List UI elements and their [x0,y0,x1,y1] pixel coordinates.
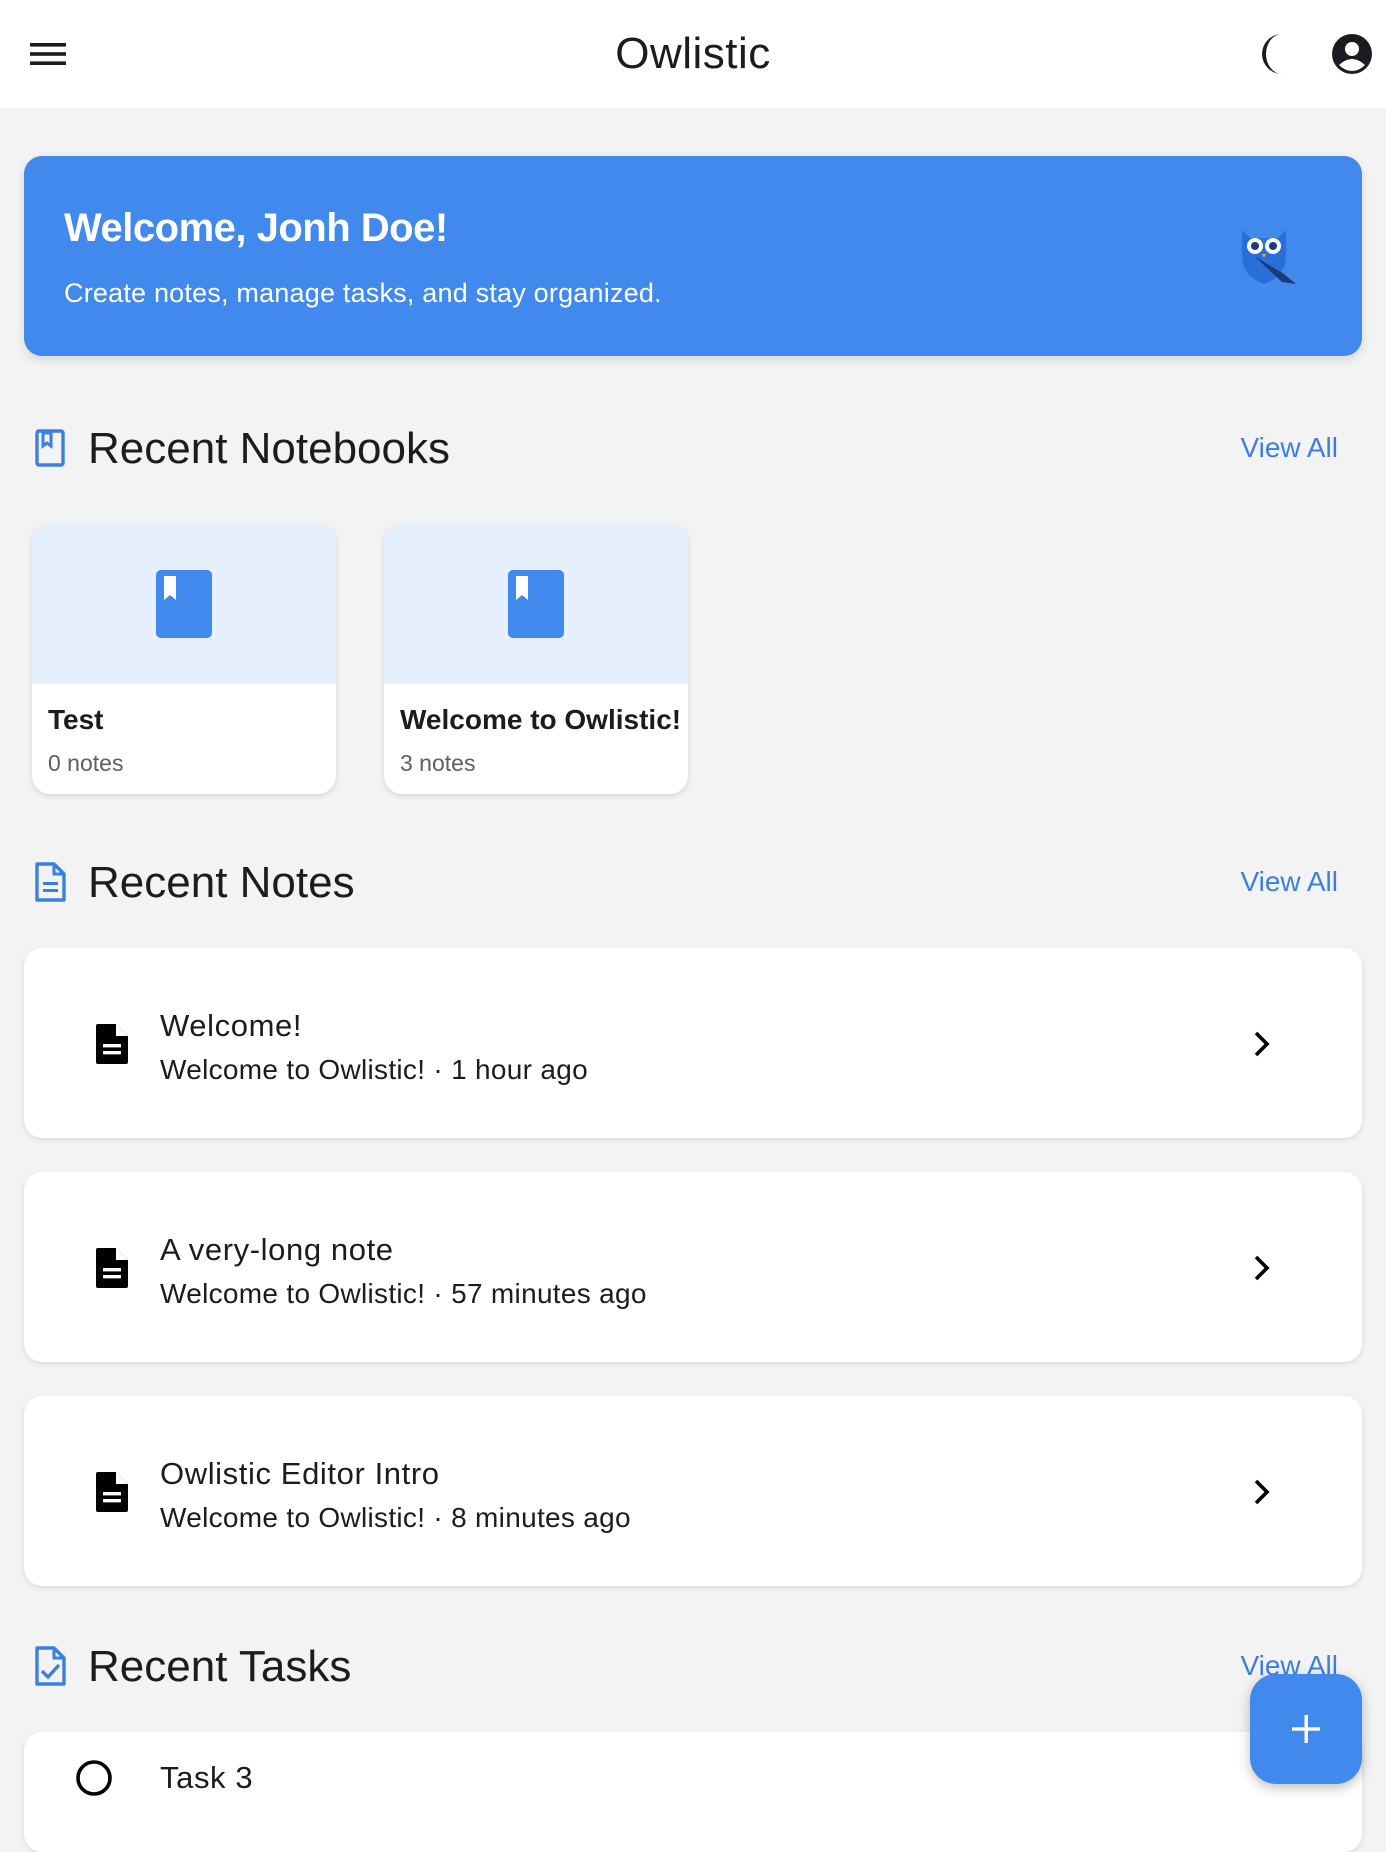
document-icon [96,1248,128,1288]
note-list-item[interactable]: Welcome! Welcome to Owlistic! · 1 hour a… [24,948,1362,1138]
chevron-right-icon [1254,1255,1270,1281]
document-icon [96,1024,128,1064]
book-icon [156,570,212,638]
note-subtitle: Welcome to Owlistic! · 1 hour ago [160,1054,588,1085]
task-title: Task 3 [160,1760,254,1795]
account-circle-icon [1332,34,1372,74]
notebook-name: Test [48,704,104,735]
note-title: Welcome! [160,1008,303,1043]
notebook-card[interactable]: Test 0 notes [32,524,336,794]
plus-icon [1292,1715,1320,1743]
note-icon [35,862,66,902]
recent-notebooks-header: Recent Notebooks View All [24,418,1362,478]
task-icon [35,1646,66,1686]
book-icon [508,570,564,638]
notebook-cover [32,524,336,684]
section-title: Recent Notebooks [88,424,450,473]
recent-notes-header: Recent Notes View All [24,852,1362,912]
note-title: A very-long note [160,1232,394,1267]
note-list-item[interactable]: A very-long note Welcome to Owlistic! · … [24,1172,1362,1362]
notebook-cover [384,524,688,684]
recent-tasks-header: Recent Tasks View All [24,1636,1362,1696]
menu-icon [30,43,66,65]
task-list-item[interactable]: Task 3 [24,1732,1362,1852]
notebook-note-count: 0 notes [48,750,124,776]
app-title: Owlistic [615,29,771,78]
view-all-notes-link[interactable]: View All [1240,866,1338,898]
dark-mode-moon-icon [1262,34,1282,74]
add-fab-button[interactable] [1250,1674,1362,1784]
notebook-icon [35,429,65,467]
note-list-item[interactable]: Owlistic Editor Intro Welcome to Owlisti… [24,1396,1362,1586]
dark-mode-toggle[interactable] [1250,26,1306,82]
app-bar: Owlistic [0,0,1386,108]
section-title: Recent Tasks [88,1642,352,1691]
document-icon [96,1472,128,1512]
welcome-subtitle: Create notes, manage tasks, and stay org… [64,278,662,308]
notebook-note-count: 3 notes [400,750,476,776]
account-button[interactable] [1324,26,1380,82]
owl-logo-icon [1242,230,1296,284]
note-title: Owlistic Editor Intro [160,1456,440,1491]
notebook-card[interactable]: Welcome to Owlistic! 3 notes [384,524,688,794]
menu-button[interactable] [24,30,72,78]
welcome-heading: Welcome, Jonh Doe! [64,206,448,250]
welcome-banner: Welcome, Jonh Doe! Create notes, manage … [24,156,1362,356]
note-subtitle: Welcome to Owlistic! · 8 minutes ago [160,1502,631,1533]
section-title: Recent Notes [88,858,355,907]
view-all-notebooks-link[interactable]: View All [1240,432,1338,464]
note-subtitle: Welcome to Owlistic! · 57 minutes ago [160,1278,647,1309]
notebook-name: Welcome to Owlistic! [400,704,682,735]
chevron-right-icon [1254,1479,1270,1505]
task-checkbox-circle-icon[interactable] [74,1758,114,1798]
chevron-right-icon [1254,1031,1270,1057]
